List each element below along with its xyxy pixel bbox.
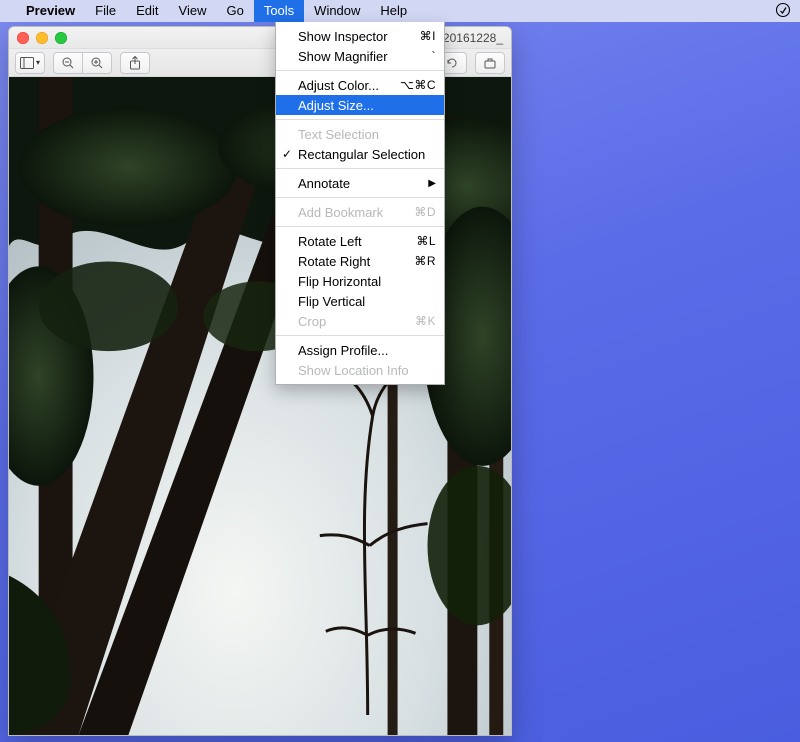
menu-item-label: Flip Vertical [298,294,436,309]
sidebar-button[interactable]: ▾ [15,52,45,74]
menu-item-label: Text Selection [298,127,436,142]
menu-item-shortcut: ⌘D [414,205,436,219]
menu-item-label: Rotate Left [298,234,416,249]
menu-item-show-inspector[interactable]: Show Inspector⌘I [276,26,444,46]
zoom-in-button[interactable] [82,52,112,74]
menu-separator [276,168,444,169]
checkmark-icon: ✓ [282,147,292,161]
zoom-out-button[interactable] [53,52,83,74]
menubar-item-view[interactable]: View [169,0,217,22]
share-button[interactable] [120,52,150,74]
menu-item-show-magnifier[interactable]: Show Magnifier` [276,46,444,66]
menu-item-flip-vertical[interactable]: Flip Vertical [276,291,444,311]
menubar-item-edit[interactable]: Edit [126,0,168,22]
siri-icon[interactable] [774,2,792,21]
menu-item-label: Flip Horizontal [298,274,436,289]
menu-item-show-location-info: Show Location Info [276,360,444,380]
menu-item-label: Show Magnifier [298,49,432,64]
minimize-button[interactable] [36,32,48,44]
menu-separator [276,197,444,198]
menu-item-annotate[interactable]: Annotate▶ [276,173,444,193]
menu-item-label: Show Location Info [298,363,436,378]
menu-item-label: Adjust Size... [298,98,436,113]
menubar-item-preview[interactable]: Preview [16,0,85,22]
menu-item-flip-horizontal[interactable]: Flip Horizontal [276,271,444,291]
menu-item-adjust-size[interactable]: Adjust Size... [276,95,444,115]
markup-button[interactable] [475,52,505,74]
menubar-item-window[interactable]: Window [304,0,370,22]
menu-separator [276,226,444,227]
menu-item-add-bookmark: Add Bookmark⌘D [276,202,444,222]
menu-item-rectangular-selection[interactable]: ✓ Rectangular Selection [276,144,444,164]
menubar-item-go[interactable]: Go [216,0,253,22]
document-title: 20161228_ [443,31,503,45]
menu-item-label: Add Bookmark [298,205,414,220]
menu-item-shortcut: ⌘R [414,254,436,268]
menu-item-label: Rotate Right [298,254,414,269]
menu-item-rotate-left[interactable]: Rotate Left⌘L [276,231,444,251]
menubar-item-help[interactable]: Help [370,0,417,22]
menu-item-label: Adjust Color... [298,78,400,93]
menu-item-label: Rectangular Selection [298,147,436,162]
menu-item-shortcut: ⌘L [416,234,436,248]
menu-item-assign-profile[interactable]: Assign Profile... [276,340,444,360]
menu-separator [276,119,444,120]
tools-dropdown-menu[interactable]: Show Inspector⌘IShow Magnifier`Adjust Co… [275,22,445,385]
menu-item-label: Annotate [298,176,428,191]
menu-item-rotate-right[interactable]: Rotate Right⌘R [276,251,444,271]
menu-item-crop: Crop⌘K [276,311,444,331]
traffic-lights [17,32,67,44]
menu-separator [276,70,444,71]
menu-item-shortcut: ` [432,49,437,63]
menubar-item-file[interactable]: File [85,0,126,22]
menu-item-shortcut: ⌥⌘C [400,78,436,92]
macos-menubar: PreviewFileEditViewGoToolsWindowHelp [0,0,800,22]
menu-item-text-selection: Text Selection [276,124,444,144]
menu-item-shortcut: ⌘K [415,314,436,328]
close-button[interactable] [17,32,29,44]
menu-item-label: Assign Profile... [298,343,436,358]
menu-separator [276,335,444,336]
menu-item-adjust-color[interactable]: Adjust Color...⌥⌘C [276,75,444,95]
menubar-item-tools[interactable]: Tools [254,0,304,22]
menu-item-label: Crop [298,314,415,329]
menu-item-shortcut: ⌘I [420,29,436,43]
submenu-arrow-icon: ▶ [428,178,436,189]
maximize-button[interactable] [55,32,67,44]
chevron-down-icon: ▾ [36,58,40,67]
menu-item-label: Show Inspector [298,29,420,44]
